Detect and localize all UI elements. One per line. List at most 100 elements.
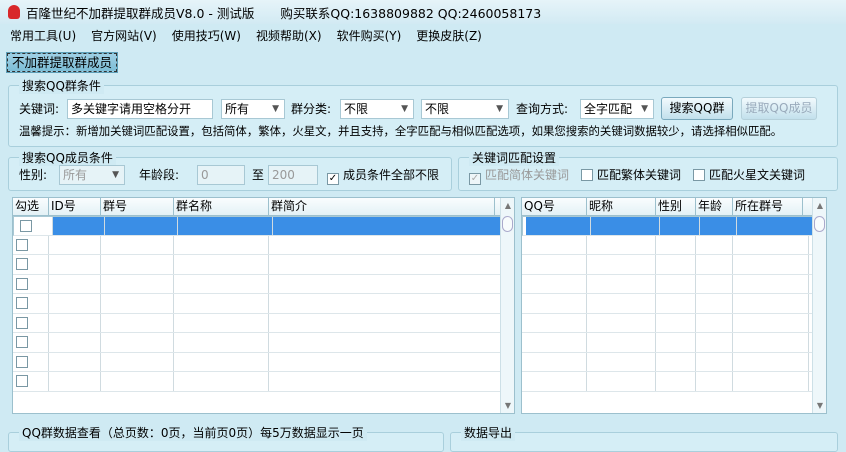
panel-title: 关键词匹配设置	[469, 149, 560, 166]
table-row[interactable]	[522, 333, 826, 353]
table-row[interactable]	[13, 235, 514, 255]
table-row[interactable]	[13, 255, 514, 275]
scroll-thumb[interactable]	[502, 216, 513, 232]
row-checkbox[interactable]	[20, 220, 32, 232]
col-id[interactable]: ID号	[49, 198, 101, 215]
table-cell	[13, 274, 49, 293]
tab-extract-members[interactable]: 不加群提取群成员	[5, 52, 119, 73]
col-age[interactable]: 年龄	[696, 198, 733, 215]
qq-member-table: QQ号 昵称 性别 年龄 所在群号 ▲ ▼	[521, 197, 827, 414]
table-row[interactable]	[13, 352, 514, 372]
row-checkbox[interactable]	[16, 355, 28, 368]
table-row[interactable]	[522, 352, 826, 372]
dropdown-arrow-icon: ▼	[641, 104, 648, 114]
match-martian-checkbox[interactable]: 匹配火星文关键词	[693, 165, 805, 185]
table-cell	[49, 294, 101, 313]
row-checkbox[interactable]	[16, 258, 28, 270]
table-cell	[522, 313, 587, 332]
table-row[interactable]	[13, 333, 514, 353]
row-checkbox[interactable]	[16, 336, 28, 348]
category2-select[interactable]: 不限 ▼	[421, 99, 509, 119]
col-nickname[interactable]: 昵称	[587, 198, 656, 215]
menu-tools[interactable]: 常用工具(U)	[10, 27, 76, 44]
search-qq-group-button[interactable]: 搜索QQ群	[661, 97, 733, 120]
col-qq-number[interactable]: QQ号	[522, 198, 587, 215]
panel-title: 搜索QQ成员条件	[19, 149, 116, 166]
row-checkbox[interactable]	[16, 316, 28, 329]
keyword-input[interactable]: 多关键字请用空格分开	[67, 99, 213, 119]
app-title: 百隆世纪不加群提取群成员V8.0 - 测试版	[26, 5, 255, 21]
row-checkbox[interactable]	[16, 277, 28, 290]
age-to-input[interactable]: 200	[268, 165, 318, 185]
table-row[interactable]	[13, 313, 514, 333]
table-row[interactable]	[522, 255, 826, 275]
col-group[interactable]: 所在群号	[733, 198, 803, 215]
table-row[interactable]	[13, 294, 514, 314]
table-row[interactable]	[522, 313, 826, 333]
dropdown-arrow-icon: ▼	[496, 104, 503, 114]
col-group-name[interactable]: 群名称	[174, 198, 269, 215]
col-group-number[interactable]: 群号	[101, 198, 174, 215]
data-export-panel: 数据导出	[450, 424, 838, 452]
col-gender[interactable]: 性别	[656, 198, 696, 215]
unlimited-checkbox[interactable]: ✓ 成员条件全部不限	[327, 165, 439, 185]
match-simplified-checkbox[interactable]: ✓ 匹配简体关键词	[469, 165, 569, 185]
scroll-up-icon[interactable]: ▲	[813, 201, 826, 210]
scroll-down-icon[interactable]: ▼	[501, 401, 514, 410]
gender-select[interactable]: 所有 ▼	[59, 165, 125, 185]
table-cell	[656, 352, 696, 371]
table-cell	[178, 217, 273, 235]
query-mode-select[interactable]: 全字匹配 ▼	[580, 99, 654, 119]
table-cell	[49, 274, 101, 293]
keyword-label: 关键词:	[19, 102, 60, 116]
extract-qq-members-button[interactable]: 提取QQ成员	[741, 97, 817, 120]
table-cell	[733, 352, 809, 371]
table-row[interactable]	[522, 372, 826, 392]
table-cell	[587, 372, 656, 391]
table-cell	[733, 255, 809, 274]
table-row[interactable]	[13, 372, 514, 392]
scroll-thumb[interactable]	[814, 216, 825, 232]
age-from-input[interactable]: 0	[197, 165, 245, 185]
vertical-scrollbar[interactable]: ▲ ▼	[500, 198, 514, 413]
row-checkbox[interactable]	[16, 297, 28, 309]
table-cell	[591, 217, 660, 235]
table-cell	[174, 294, 269, 313]
table-cell	[587, 313, 656, 332]
table-cell	[13, 372, 49, 391]
table-cell	[269, 352, 501, 371]
table-cell	[13, 294, 49, 313]
table-cell	[526, 217, 591, 235]
table-cell	[101, 352, 174, 371]
table-cell	[53, 217, 105, 235]
table-cell	[13, 352, 49, 371]
table-row[interactable]	[522, 274, 826, 294]
table-cell	[174, 255, 269, 274]
table-row[interactable]	[13, 274, 514, 294]
menu-website[interactable]: 官方网站(V)	[91, 27, 157, 44]
table-row[interactable]	[522, 216, 814, 236]
table-cell	[696, 313, 733, 332]
category1-select[interactable]: 不限 ▼	[340, 99, 414, 119]
table-row[interactable]	[522, 294, 826, 314]
vertical-scrollbar[interactable]: ▲ ▼	[812, 198, 826, 413]
table-row[interactable]	[522, 235, 826, 255]
qq-penguin-icon	[8, 5, 20, 19]
col-group-intro[interactable]: 群简介	[269, 198, 495, 215]
table-cell	[733, 333, 809, 352]
menu-video-help[interactable]: 视频帮助(X)	[256, 27, 322, 44]
table-row[interactable]	[13, 216, 506, 236]
menu-tips[interactable]: 使用技巧(W)	[172, 27, 241, 44]
table-cell	[733, 294, 809, 313]
scroll-down-icon[interactable]: ▼	[813, 401, 826, 410]
row-checkbox[interactable]	[16, 238, 28, 251]
row-checkbox[interactable]	[16, 375, 28, 387]
scroll-up-icon[interactable]: ▲	[501, 201, 514, 210]
table-cell	[269, 372, 501, 391]
table-cell	[49, 255, 101, 274]
menu-skin[interactable]: 更换皮肤(Z)	[416, 27, 482, 44]
scope-select[interactable]: 所有 ▼	[221, 99, 285, 119]
col-select[interactable]: 勾选	[13, 198, 49, 215]
menu-purchase[interactable]: 软件购买(Y)	[337, 27, 402, 44]
match-traditional-checkbox[interactable]: 匹配繁体关键词	[581, 165, 681, 185]
